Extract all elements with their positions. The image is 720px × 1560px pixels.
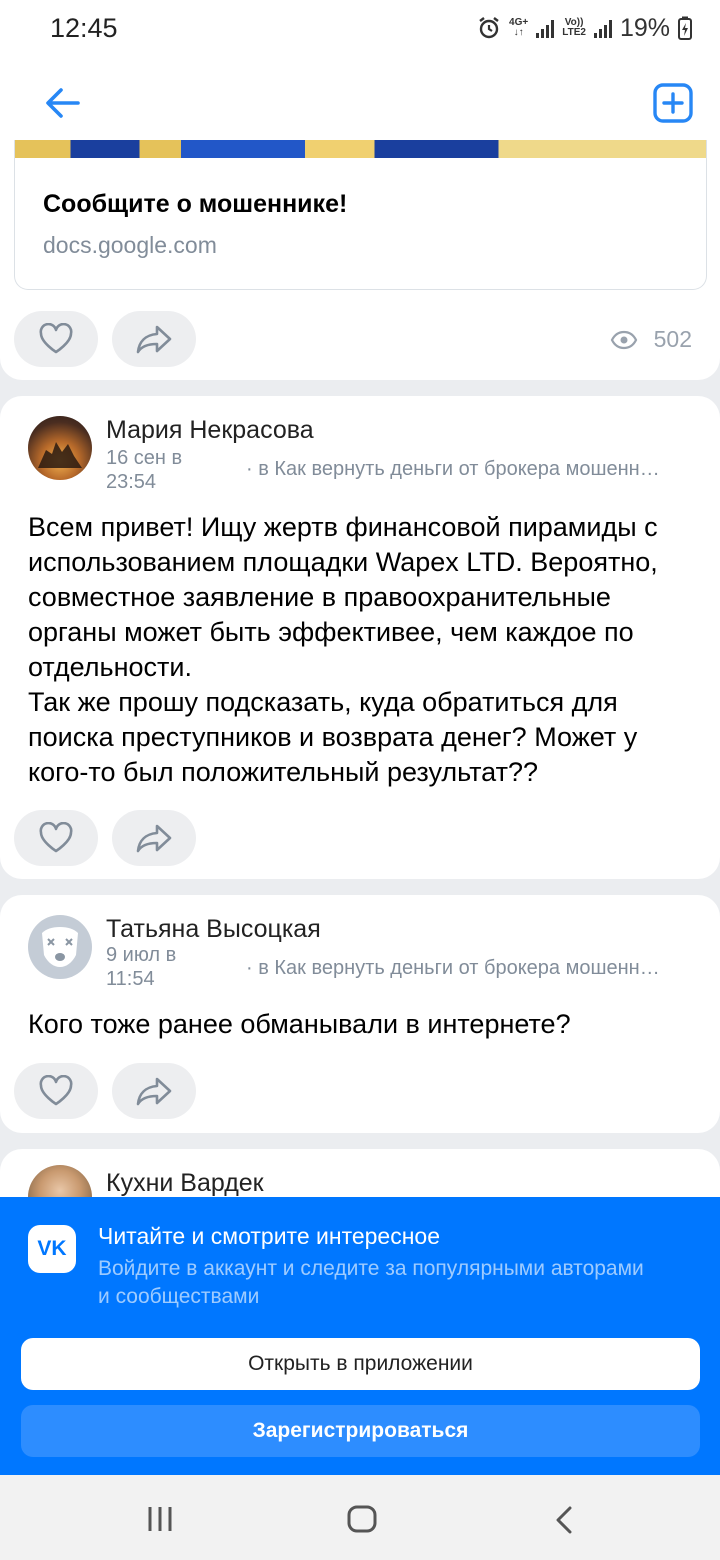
system-back-button[interactable] (552, 1505, 576, 1540)
heart-icon (39, 1075, 73, 1106)
status-icons: 4G+ ↓↑ Vo)) LTE2 19% (477, 14, 692, 43)
recent-apps-icon (148, 1507, 172, 1531)
status-time: 12:45 (50, 12, 118, 43)
post-date[interactable]: 9 июл в 11:54 (106, 943, 216, 991)
author-name[interactable]: Татьяна Высоцкая (106, 915, 321, 944)
link-title: Сообщите о мошеннике! (43, 190, 348, 218)
share-icon (136, 325, 172, 354)
author-name[interactable]: Мария Некрасова (106, 416, 314, 445)
top-nav (0, 56, 720, 148)
like-button[interactable] (14, 311, 98, 367)
network-4g-indicator: 4G+ ↓↑ (509, 17, 529, 38)
login-banner: VK Читайте и смотрите интересное Войдите… (0, 1197, 720, 1475)
plus-square-icon (653, 83, 693, 123)
home-icon (347, 1505, 377, 1533)
avatar-image (38, 442, 82, 468)
post-actions (14, 810, 196, 866)
battery-charging-icon (678, 16, 692, 40)
avatar[interactable] (28, 416, 92, 480)
post-actions (14, 1063, 196, 1119)
post-text: Кого тоже ранее обманывали в интернете? (28, 1009, 571, 1039)
banner-title: Читайте и смотрите интересное (98, 1223, 441, 1249)
avatar[interactable] (28, 915, 92, 979)
alarm-icon (479, 17, 499, 39)
battery-percent: 19% (619, 13, 670, 42)
post-actions (14, 311, 196, 367)
author-name[interactable]: Кухни Вардек (106, 1169, 264, 1198)
share-button[interactable] (112, 311, 196, 367)
signal-2-icon (593, 18, 612, 38)
open-in-app-button[interactable]: Открыть в приложении (21, 1338, 700, 1390)
share-icon (136, 1077, 172, 1106)
back-button[interactable] (40, 80, 86, 126)
link-preview-image (15, 140, 706, 158)
recent-apps-button[interactable] (145, 1505, 175, 1538)
like-button[interactable] (14, 1063, 98, 1119)
link-domain: docs.google.com (43, 232, 217, 258)
post-card: Мария Некрасова 16 сен в 23:54 · в Как в… (0, 396, 720, 879)
post-date[interactable]: 16 сен в 23:54 (106, 446, 216, 494)
share-icon (136, 824, 172, 853)
heart-icon (39, 323, 73, 354)
add-post-button[interactable] (650, 80, 696, 126)
arrow-left-icon (46, 88, 80, 118)
vk-logo: VK (28, 1225, 76, 1273)
link-post-card: Сообщите о мошеннике! docs.google.com 50… (0, 140, 720, 380)
system-nav-bar (0, 1475, 720, 1560)
link-preview[interactable]: Сообщите о мошеннике! docs.google.com (14, 140, 707, 290)
home-button[interactable] (346, 1504, 378, 1539)
post-group[interactable]: · в Как вернуть деньги от брокера мошенн… (246, 957, 660, 980)
like-button[interactable] (14, 810, 98, 866)
banner-subtitle: Войдите в аккаунт и следите за популярны… (98, 1257, 644, 1308)
eye-icon (610, 330, 637, 349)
share-button[interactable] (112, 810, 196, 866)
chevron-left-icon (556, 1506, 572, 1534)
post-text: Всем привет! Ищу жертв финансовой пирами… (28, 512, 658, 787)
share-button[interactable] (112, 1063, 196, 1119)
signal-icon (536, 18, 555, 38)
default-avatar-icon (42, 927, 78, 967)
register-button[interactable]: Зарегистрироваться (21, 1405, 700, 1457)
status-bar: 12:45 4G+ ↓↑ Vo)) LTE2 19% (0, 0, 720, 56)
post-group[interactable]: · в Как вернуть деньги от брокера мошенн… (246, 458, 660, 481)
views-count: 502 (653, 326, 692, 352)
heart-icon (39, 822, 73, 853)
post-card: Татьяна Высоцкая 9 июл в 11:54 · в Как в… (0, 895, 720, 1133)
volte-indicator: Vo)) LTE2 (562, 17, 586, 38)
views-counter: 502 (610, 326, 692, 353)
